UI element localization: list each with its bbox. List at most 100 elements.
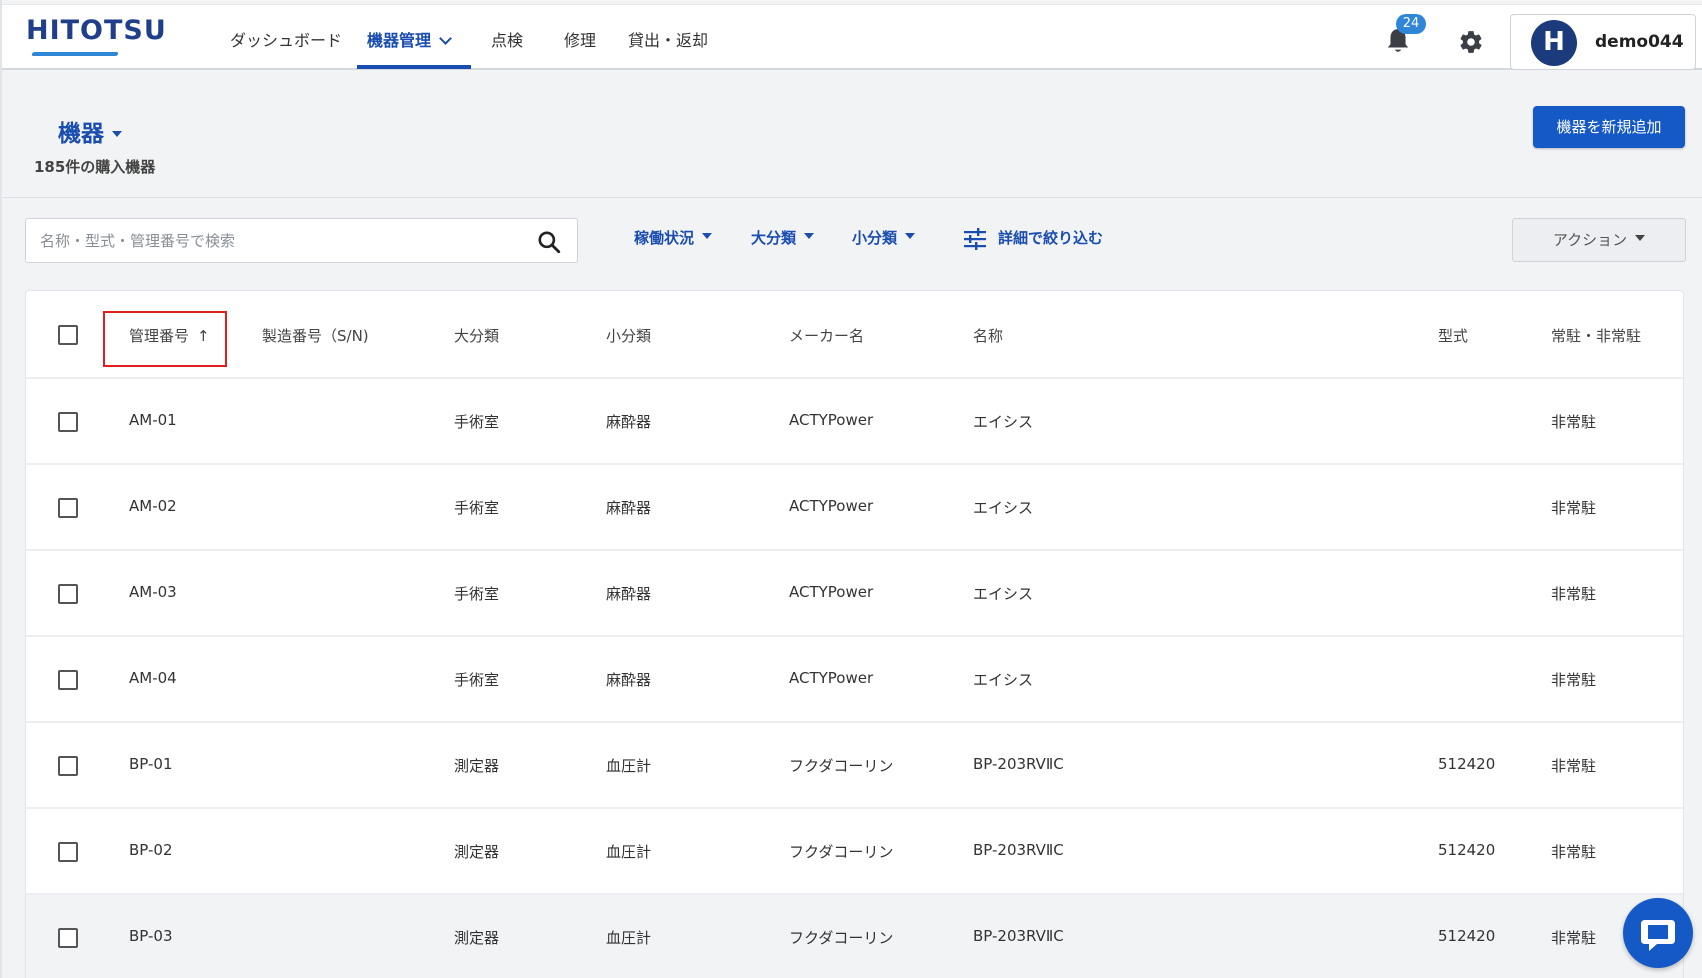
top-nav: HITOTSU ダッシュボード 機器管理 点検 修理 貸出・返却 24 H de… <box>2 4 1702 70</box>
cell-minor: 麻酔器 <box>606 585 652 603</box>
detail-filter[interactable]: 詳細で絞り込む <box>998 227 1103 248</box>
table-row[interactable]: AM-01 手術室 麻酔器 ACTYPower エイシス 非常駐 <box>26 379 1683 465</box>
minor-category-filter[interactable]: 小分類 <box>852 227 916 248</box>
row-checkbox[interactable] <box>58 928 78 948</box>
add-equipment-button[interactable]: 機器を新規追加 <box>1533 106 1685 148</box>
header-maker[interactable]: メーカー名 <box>789 325 864 346</box>
nav-lending[interactable]: 貸出・返却 <box>628 27 708 51</box>
cell-minor: 血圧計 <box>606 757 652 775</box>
cell-resident: 非常駐 <box>1551 585 1597 603</box>
header-divider <box>2 197 1702 198</box>
cell-name: BP-203RVⅡC <box>973 841 1064 859</box>
chat-bubble-icon <box>1641 920 1675 951</box>
row-checkbox[interactable] <box>58 842 78 862</box>
cell-name: エイシス <box>973 671 1034 689</box>
header-mgmt-no-label: 管理番号 <box>129 327 190 345</box>
equipment-table: 管理番号 ↑ 製造番号（S/N) 大分類 小分類 メーカー名 名称 型式 常駐・非… <box>25 290 1684 978</box>
cell-maker: ACTYPower <box>789 497 874 515</box>
header-mgmt-no[interactable]: 管理番号 ↑ <box>129 325 210 346</box>
caret-down-icon <box>112 131 122 137</box>
cell-resident: 非常駐 <box>1551 499 1597 517</box>
major-filter-label: 大分類 <box>751 229 797 247</box>
cell-resident: 非常駐 <box>1551 929 1597 947</box>
table-row[interactable]: BP-03 測定器 血圧計 フクダコーリン BP-203RVⅡC 512420 非常駐 <box>26 895 1683 978</box>
row-checkbox[interactable] <box>58 670 78 690</box>
cell-minor: 麻酔器 <box>606 413 652 431</box>
cell-model: 512420 <box>1438 841 1496 859</box>
cell-maker: ACTYPower <box>789 583 874 601</box>
cell-name: エイシス <box>973 499 1034 517</box>
table-row[interactable]: BP-02 測定器 血圧計 フクダコーリン BP-203RVⅡC 512420 非常駐 <box>26 809 1683 895</box>
row-checkbox[interactable] <box>58 412 78 432</box>
status-filter[interactable]: 稼働状況 <box>634 227 713 248</box>
cell-mgmt-no: AM-04 <box>129 669 177 687</box>
row-checkbox[interactable] <box>58 498 78 518</box>
cell-name: BP-203RVⅡC <box>973 927 1064 945</box>
header-serial[interactable]: 製造番号（S/N) <box>262 325 369 346</box>
table-row[interactable]: BP-01 測定器 血圧計 フクダコーリン BP-203RVⅡC 512420 非常駐 <box>26 723 1683 809</box>
nav-active-indicator <box>357 65 471 69</box>
gear-icon[interactable] <box>1458 29 1484 55</box>
row-checkbox[interactable] <box>58 756 78 776</box>
caret-down-icon <box>905 233 916 239</box>
cell-mgmt-no: BP-02 <box>129 841 173 859</box>
action-label: アクション <box>1552 231 1628 249</box>
nav-dashboard[interactable]: ダッシュボード <box>230 27 342 51</box>
table-row[interactable]: AM-04 手術室 麻酔器 ACTYPower エイシス 非常駐 <box>26 637 1683 723</box>
username: demo044 <box>1595 32 1684 52</box>
cell-maker: ACTYPower <box>789 411 874 429</box>
sliders-icon[interactable] <box>963 228 987 250</box>
search-icon[interactable] <box>536 229 562 255</box>
cell-model: 512420 <box>1438 755 1496 773</box>
avatar: H <box>1531 20 1577 66</box>
header-resident[interactable]: 常駐・非常駐 <box>1551 325 1641 346</box>
nav-repair[interactable]: 修理 <box>564 27 596 51</box>
select-all-checkbox[interactable] <box>58 325 78 345</box>
cell-minor: 血圧計 <box>606 929 652 947</box>
header-model[interactable]: 型式 <box>1438 325 1468 346</box>
cell-minor: 血圧計 <box>606 843 652 861</box>
table-header: 管理番号 ↑ 製造番号（S/N) 大分類 小分類 メーカー名 名称 型式 常駐・非… <box>26 291 1683 379</box>
sort-ascending-icon: ↑ <box>197 327 210 345</box>
header-minor[interactable]: 小分類 <box>606 325 651 346</box>
notification-badge: 24 <box>1396 14 1426 34</box>
caret-down-icon <box>702 233 713 239</box>
header-name[interactable]: 名称 <box>973 325 1003 346</box>
row-checkbox[interactable] <box>58 584 78 604</box>
nav-equipment[interactable]: 機器管理 <box>367 27 452 51</box>
minor-filter-label: 小分類 <box>852 229 898 247</box>
cell-model: 512420 <box>1438 927 1496 945</box>
action-dropdown[interactable]: アクション <box>1512 218 1686 262</box>
cell-maker: フクダコーリン <box>789 843 894 861</box>
cell-major: 手術室 <box>454 413 500 431</box>
cell-minor: 麻酔器 <box>606 671 652 689</box>
caret-down-icon <box>1635 235 1646 241</box>
cell-resident: 非常駐 <box>1551 671 1597 689</box>
equipment-count: 185件の購入機器 <box>34 158 156 176</box>
cell-minor: 麻酔器 <box>606 499 652 517</box>
cell-resident: 非常駐 <box>1551 413 1597 431</box>
cell-name: エイシス <box>973 413 1034 431</box>
major-category-filter[interactable]: 大分類 <box>751 227 815 248</box>
cell-major: 測定器 <box>454 929 500 947</box>
app-logo[interactable]: HITOTSU <box>26 15 167 46</box>
user-menu[interactable]: H demo044 <box>1510 14 1696 70</box>
cell-maker: フクダコーリン <box>789 929 894 947</box>
cell-name: BP-203RVⅡC <box>973 755 1064 773</box>
header-major[interactable]: 大分類 <box>454 325 499 346</box>
table-row[interactable]: AM-03 手術室 麻酔器 ACTYPower エイシス 非常駐 <box>26 551 1683 637</box>
nav-inspection[interactable]: 点検 <box>491 27 523 51</box>
page-frame: HITOTSU ダッシュボード 機器管理 点検 修理 貸出・返却 24 H de… <box>0 0 1702 978</box>
status-filter-label: 稼働状況 <box>634 229 695 247</box>
page-title[interactable]: 機器 <box>58 114 122 148</box>
cell-mgmt-no: AM-01 <box>129 411 177 429</box>
chat-button[interactable] <box>1623 898 1693 968</box>
cell-mgmt-no: AM-02 <box>129 497 177 515</box>
search-input[interactable] <box>40 228 520 254</box>
table-row[interactable]: AM-02 手術室 麻酔器 ACTYPower エイシス 非常駐 <box>26 465 1683 551</box>
cell-major: 手術室 <box>454 499 500 517</box>
cell-major: 測定器 <box>454 757 500 775</box>
cell-mgmt-no: BP-03 <box>129 927 173 945</box>
search-box <box>25 218 578 263</box>
cell-mgmt-no: AM-03 <box>129 583 177 601</box>
